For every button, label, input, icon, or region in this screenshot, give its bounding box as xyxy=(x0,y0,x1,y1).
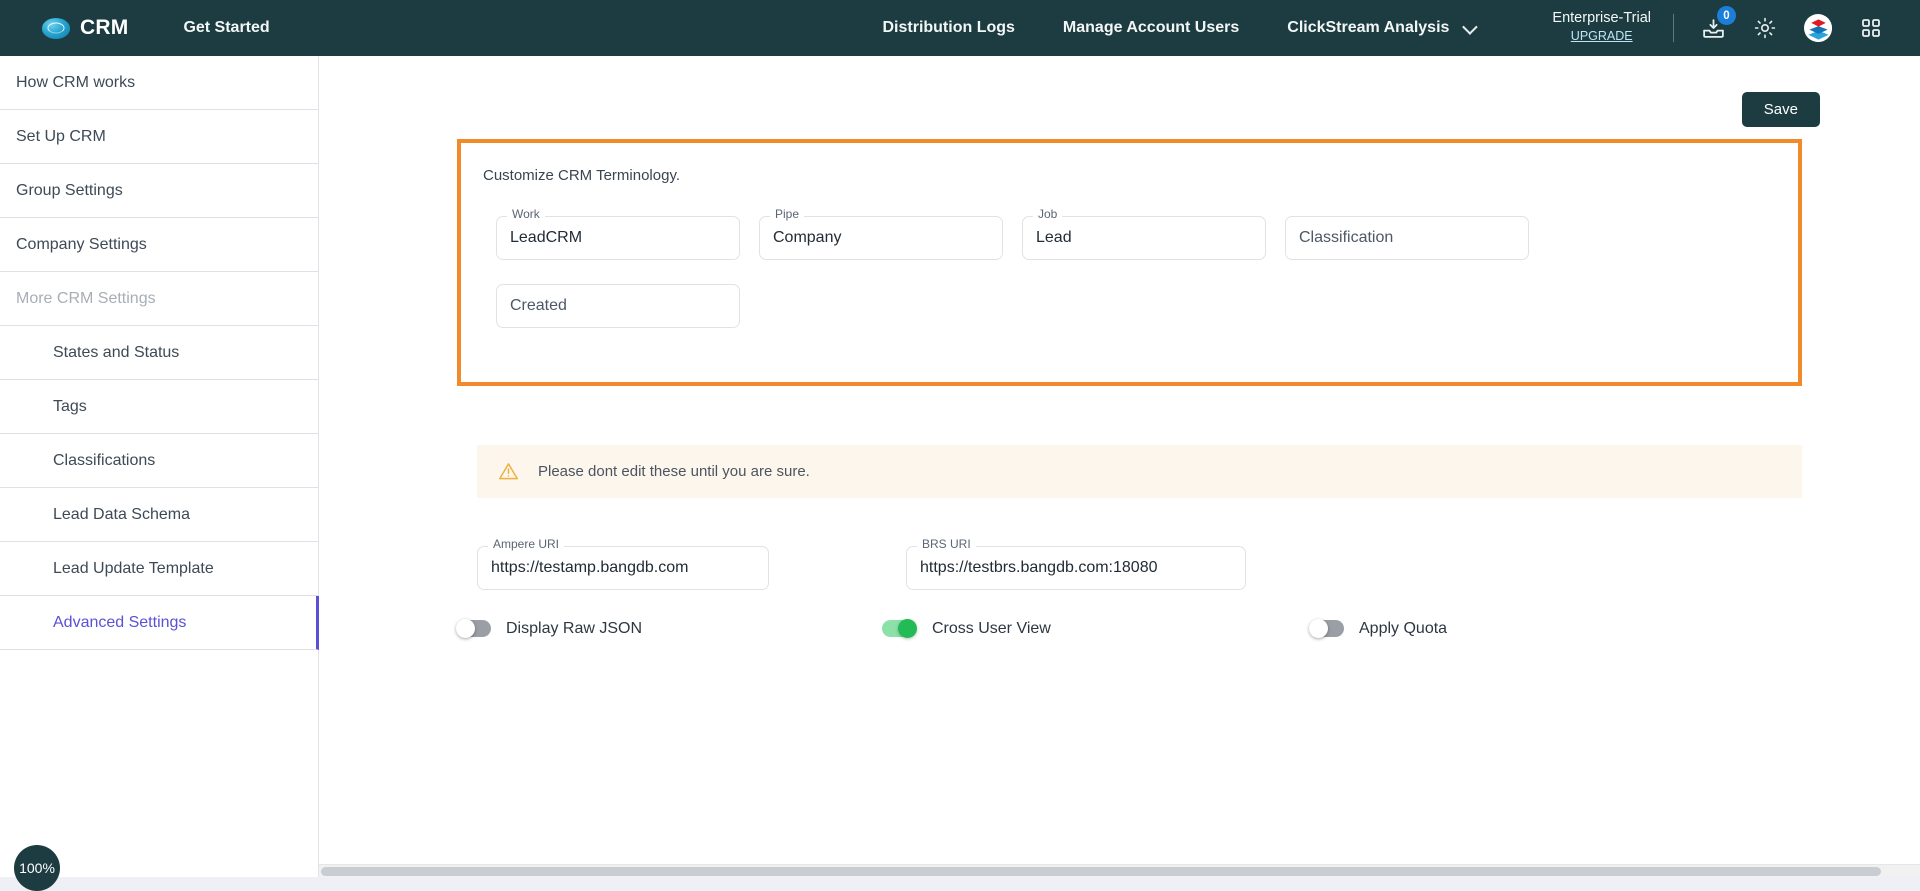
sidebar-item-lead-data-schema[interactable]: Lead Data Schema xyxy=(0,488,318,542)
ampere-uri-field[interactable]: Ampere URI xyxy=(477,538,769,590)
sidebar-item-label: Group Settings xyxy=(16,181,123,199)
display-raw-json-toggle[interactable]: Display Raw JSON xyxy=(456,619,642,638)
warning-alert-text: Please dont edit these until you are sur… xyxy=(538,463,810,480)
brand-title: CRM xyxy=(80,16,129,39)
plan-block: Enterprise-Trial UPGRADE xyxy=(1552,10,1651,45)
sidebar-item-lead-update-template[interactable]: Lead Update Template xyxy=(0,542,318,596)
navbar-right-group: Distribution Logs Manage Account Users C… xyxy=(882,6,1920,45)
inbox-badge-count: 0 xyxy=(1717,6,1736,25)
sidebar-item-label: Set Up CRM xyxy=(16,127,106,145)
customize-terminology-panel: Customize CRM Terminology. Work Pipe Job xyxy=(457,139,1802,386)
bangdb-eye-logo-icon xyxy=(42,17,70,39)
apply-quota-label: Apply Quota xyxy=(1359,619,1448,637)
save-button[interactable]: Save xyxy=(1741,92,1820,127)
nav-clickstream-analysis-label: ClickStream Analysis xyxy=(1287,19,1450,36)
sidebar-item-label: States and Status xyxy=(53,343,180,361)
sidebar-item-states-and-status[interactable]: States and Status xyxy=(0,326,318,380)
sidebar-item-label: Advanced Settings xyxy=(53,613,187,631)
pipe-input[interactable] xyxy=(759,216,1003,260)
sidebar-item-label: Lead Data Schema xyxy=(53,505,190,523)
work-input[interactable] xyxy=(496,216,740,260)
display-raw-json-switch[interactable] xyxy=(456,619,491,638)
chevron-down-icon xyxy=(1462,18,1479,35)
sidebar-item-tags[interactable]: Tags xyxy=(0,380,318,434)
sidebar-item-label: Tags xyxy=(53,397,87,415)
apps-grid-icon[interactable] xyxy=(1858,15,1884,41)
nav-manage-account-users[interactable]: Manage Account Users xyxy=(1063,19,1239,37)
nav-distribution-logs[interactable]: Distribution Logs xyxy=(882,19,1014,37)
warning-alert: Please dont edit these until you are sur… xyxy=(477,445,1802,498)
apply-quota-toggle[interactable]: Apply Quota xyxy=(1309,619,1447,638)
toggle-row: Display Raw JSON Cross User View Apply Q… xyxy=(319,619,1920,655)
sidebar-item-label: Lead Update Template xyxy=(53,559,214,577)
sidebar-item-label: How CRM works xyxy=(16,73,136,91)
bangdb-cube-logo-icon[interactable] xyxy=(1804,14,1832,42)
sidebar: How CRM works Set Up CRM Group Settings … xyxy=(0,56,319,891)
save-row: Save xyxy=(1741,92,1820,127)
sidebar-item-group-settings[interactable]: Group Settings xyxy=(0,164,318,218)
horizontal-scrollbar[interactable] xyxy=(319,864,1920,877)
cross-user-view-label: Cross User View xyxy=(932,619,1051,637)
terminology-caption: Customize CRM Terminology. xyxy=(483,167,680,184)
brs-uri-field[interactable]: BRS URI xyxy=(906,538,1246,590)
sidebar-item-set-up-crm[interactable]: Set Up CRM xyxy=(0,110,318,164)
pipe-field[interactable]: Pipe xyxy=(759,208,1003,260)
cross-user-view-switch[interactable] xyxy=(882,619,917,638)
classification-field[interactable] xyxy=(1285,216,1529,260)
warning-triangle-icon xyxy=(499,463,518,480)
plan-name-label: Enterprise-Trial xyxy=(1552,10,1651,27)
classification-input[interactable] xyxy=(1285,216,1529,260)
navbar-divider xyxy=(1673,14,1674,42)
app-root: CRM Get Started Distribution Logs Manage… xyxy=(0,0,1920,891)
gear-icon[interactable] xyxy=(1752,15,1778,41)
main-content: Save Customize CRM Terminology. Work Pip… xyxy=(319,56,1920,891)
sidebar-item-how-crm-works[interactable]: How CRM works xyxy=(0,56,318,110)
horizontal-scrollbar-thumb[interactable] xyxy=(321,867,1881,876)
brs-uri-input[interactable] xyxy=(906,546,1246,590)
zoom-level-badge[interactable]: 100% xyxy=(14,845,60,891)
ampere-uri-input[interactable] xyxy=(477,546,769,590)
sidebar-section-more-crm-settings: More CRM Settings xyxy=(0,272,318,326)
sidebar-item-label: Company Settings xyxy=(16,235,147,253)
display-raw-json-label: Display Raw JSON xyxy=(506,619,643,637)
apply-quota-switch[interactable] xyxy=(1309,619,1344,638)
page-bottom-strip xyxy=(0,877,1920,891)
sidebar-section-label: More CRM Settings xyxy=(16,289,156,307)
job-input[interactable] xyxy=(1022,216,1266,260)
sidebar-item-company-settings[interactable]: Company Settings xyxy=(0,218,318,272)
brand-home-link[interactable]: CRM xyxy=(42,16,128,40)
sidebar-item-label: Classifications xyxy=(53,451,156,469)
work-field[interactable]: Work xyxy=(496,208,740,260)
nav-get-started[interactable]: Get Started xyxy=(183,19,269,37)
sidebar-item-advanced-settings[interactable]: Advanced Settings xyxy=(0,596,319,650)
created-input[interactable] xyxy=(496,284,740,328)
inbox-download-icon[interactable]: 0 xyxy=(1700,6,1736,41)
job-field[interactable]: Job xyxy=(1022,208,1266,260)
sidebar-item-classifications[interactable]: Classifications xyxy=(0,434,318,488)
zoom-level-label: 100% xyxy=(19,860,55,876)
created-field[interactable] xyxy=(496,284,740,328)
cross-user-view-toggle[interactable]: Cross User View xyxy=(882,619,1051,638)
nav-clickstream-analysis-dropdown[interactable]: ClickStream Analysis xyxy=(1287,18,1479,37)
navbar-links: Distribution Logs Manage Account Users C… xyxy=(882,18,1479,37)
navbar-icon-group: 0 xyxy=(1700,6,1884,42)
upgrade-link[interactable]: UPGRADE xyxy=(1571,29,1633,43)
top-navbar: CRM Get Started Distribution Logs Manage… xyxy=(0,0,1920,56)
